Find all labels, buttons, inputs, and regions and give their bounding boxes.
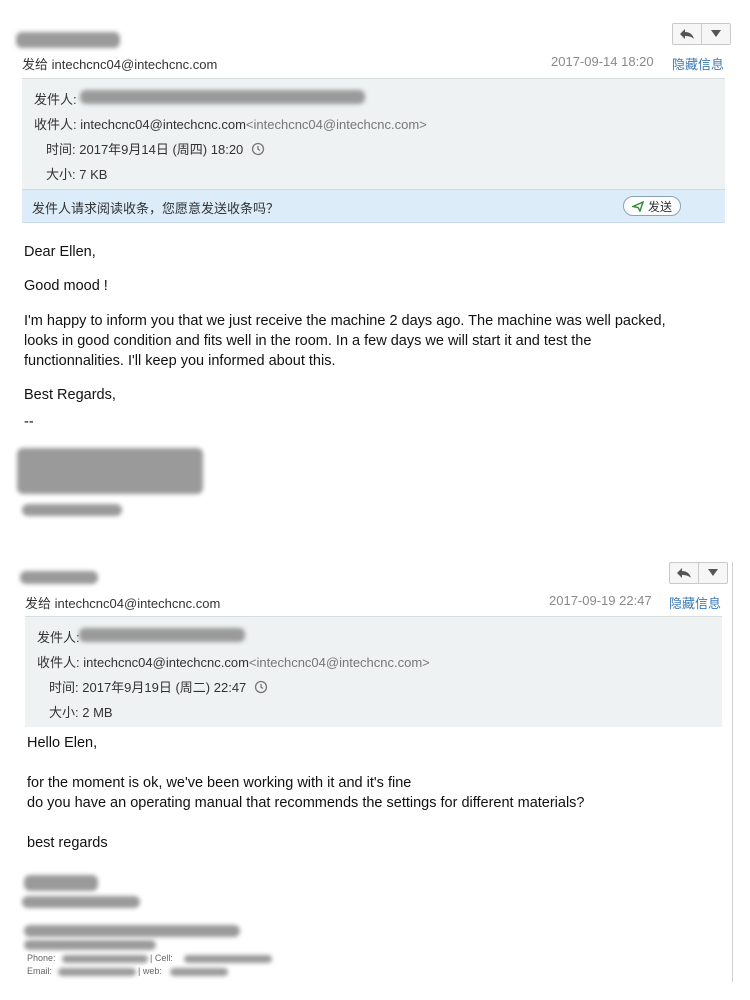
signature-email-label: Email:: [27, 966, 53, 976]
hide-info-link[interactable]: 隐藏信息: [672, 54, 724, 73]
send-icon: [632, 200, 644, 212]
recipient-label: 收件人:: [34, 117, 77, 132]
sender-name-redacted: [16, 32, 120, 48]
reply-button[interactable]: [673, 24, 701, 44]
recipient-value[interactable]: intechcnc04@intechcnc.com: [80, 117, 246, 132]
from-row: 发件人:: [34, 89, 77, 108]
chevron-down-icon: [711, 30, 721, 37]
body-paragraph-line: looks in good condition and fits well in…: [24, 333, 592, 349]
reply-button-group: [672, 23, 731, 45]
hide-info-link[interactable]: 隐藏信息: [669, 593, 721, 612]
signature-web-label: | web:: [138, 966, 162, 976]
reply-button-group: [669, 562, 728, 584]
signature-web-redacted: [170, 968, 228, 976]
recipient-row: 收件人: intechcnc04@intechcnc.com<intechcnc…: [37, 652, 430, 671]
from-label: 发件人:: [37, 630, 80, 645]
read-receipt-notice: 发件人请求阅读收条，您愿意发送收条吗？ 发送: [22, 189, 725, 223]
reply-button[interactable]: [670, 563, 698, 583]
body-line: do you have an operating manual that rec…: [27, 795, 585, 811]
body-line: Good mood !: [24, 278, 108, 294]
signature-cell-label: | Cell:: [150, 953, 173, 963]
recipient-value[interactable]: intechcnc04@intechcnc.com: [83, 655, 249, 670]
signature-cell-redacted: [184, 955, 272, 963]
recipient-address: <intechcnc04@intechcnc.com>: [248, 655, 430, 670]
from-row: 发件人:: [37, 627, 80, 646]
to-line: 发给 intechcnc04@intechcnc.com: [22, 57, 218, 72]
size-row: 大小: 2 MB: [49, 702, 113, 721]
clock-icon[interactable]: [251, 142, 265, 156]
sent-date: 2017-09-19 22:47: [549, 593, 652, 608]
size-row: 大小: 7 KB: [46, 164, 107, 183]
signature-address-redacted: [24, 940, 156, 950]
size-label: 大小:: [46, 167, 76, 182]
greeting: Dear Ellen,: [24, 244, 96, 260]
body-paragraph-line: I'm happy to inform you that we just rec…: [24, 313, 666, 329]
signature-name-redacted: [24, 875, 98, 891]
body-line: for the moment is ok, we've been working…: [27, 775, 412, 791]
reply-icon: [677, 568, 691, 578]
from-address-redacted: [79, 628, 245, 642]
chevron-down-icon: [708, 569, 718, 576]
signature-company-redacted: [24, 925, 240, 937]
time-value: 2017年9月19日 (周二) 22:47: [82, 680, 247, 695]
greeting: Hello Elen,: [27, 735, 98, 751]
reply-icon: [680, 29, 694, 39]
sender-name-redacted: [20, 571, 98, 584]
to-line: 发给 intechcnc04@intechcnc.com: [25, 596, 221, 611]
signature-email-redacted: [58, 968, 136, 976]
size-value: 2 MB: [82, 705, 113, 720]
recipient-label: 收件人:: [37, 655, 80, 670]
email-2-right-border: [732, 562, 733, 982]
from-label: 发件人:: [34, 92, 77, 107]
time-label: 时间:: [49, 680, 79, 695]
signature-redacted: [17, 448, 203, 494]
time-label: 时间:: [46, 142, 76, 157]
send-label: 发送: [648, 199, 673, 214]
size-label: 大小:: [49, 705, 79, 720]
recipient-row: 收件人: intechcnc04@intechcnc.com<intechcnc…: [34, 114, 427, 133]
sent-date: 2017-09-14 18:20: [551, 54, 654, 69]
signature-title-redacted: [22, 896, 140, 908]
recipient-address: <intechcnc04@intechcnc.com>: [245, 117, 427, 132]
header-info-panel: 发件人: 收件人: intechcnc04@intechcnc.com<inte…: [25, 616, 722, 727]
clock-icon[interactable]: [254, 680, 268, 694]
closing: Best Regards,: [24, 387, 116, 403]
receipt-notice-text: 发件人请求阅读收条，您愿意发送收条吗？: [32, 201, 280, 216]
signature-phone-label: Phone:: [27, 953, 56, 963]
signature-separator: --: [24, 414, 34, 430]
closing: best regards: [27, 835, 108, 851]
from-address-redacted: [80, 90, 365, 104]
time-value: 2017年9月14日 (周四) 18:20: [79, 142, 244, 157]
time-row: 时间: 2017年9月19日 (周二) 22:47: [49, 677, 268, 696]
more-actions-button[interactable]: [701, 24, 730, 44]
send-receipt-button[interactable]: 发送: [623, 196, 682, 216]
signature-line-redacted: [22, 504, 122, 516]
time-row: 时间: 2017年9月14日 (周四) 18:20: [46, 139, 265, 158]
signature-phone-redacted: [62, 955, 148, 963]
more-actions-button[interactable]: [698, 563, 727, 583]
size-value: 7 KB: [79, 167, 108, 182]
header-info-panel: 发件人: 收件人: intechcnc04@intechcnc.com<inte…: [22, 78, 725, 189]
body-paragraph-line: functionnalities. I'll keep you informed…: [24, 353, 336, 369]
